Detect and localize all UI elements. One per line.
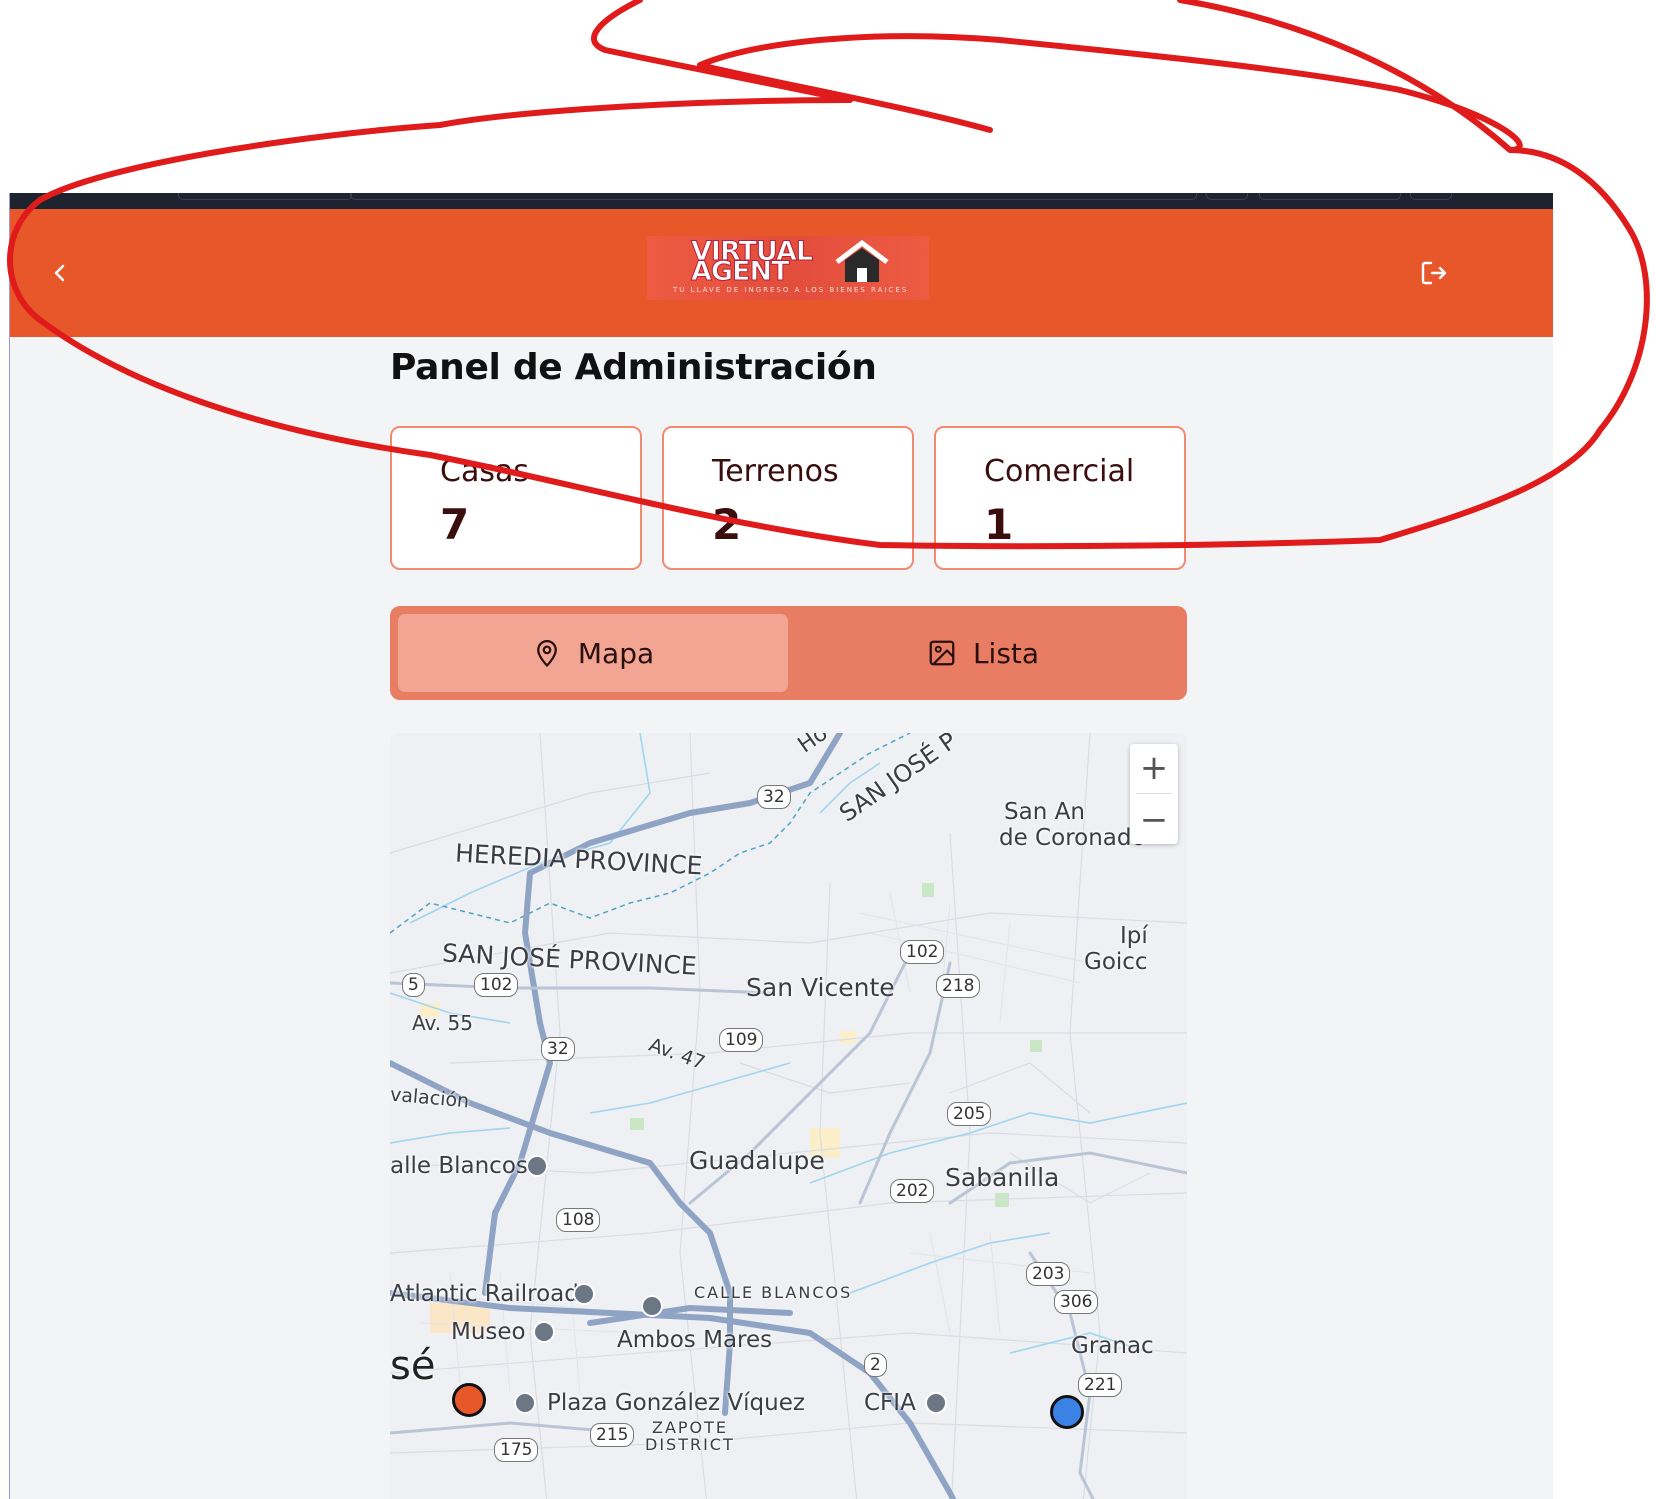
stat-label: Casas bbox=[440, 454, 529, 489]
train-station-icon[interactable] bbox=[925, 1392, 947, 1414]
map-label: Ambos Mares bbox=[617, 1327, 773, 1353]
image-icon bbox=[929, 640, 955, 666]
route-shield: 175 bbox=[494, 1438, 539, 1462]
route-shield: 215 bbox=[590, 1423, 635, 1447]
property-map[interactable]: HEREDIA PROVINCE SAN JOSÉ PROVINCE SAN J… bbox=[390, 733, 1187, 1499]
route-shield: 205 bbox=[947, 1102, 992, 1126]
stat-card-terrenos: Terrenos 2 bbox=[662, 426, 914, 570]
train-station-icon[interactable] bbox=[641, 1295, 663, 1317]
stat-label: Comercial bbox=[984, 454, 1135, 489]
map-label: Museo bbox=[451, 1319, 526, 1345]
map-label: DISTRICT bbox=[645, 1435, 735, 1454]
map-label: de Coronado bbox=[999, 825, 1146, 851]
zoom-divider bbox=[1136, 793, 1172, 794]
map-label: Sabanilla bbox=[945, 1163, 1060, 1192]
route-shield: 2 bbox=[864, 1353, 887, 1377]
train-station-icon[interactable] bbox=[514, 1392, 536, 1414]
map-pin-icon bbox=[536, 640, 557, 668]
map-label: Atlantic Railroad bbox=[390, 1281, 579, 1307]
tab-mapa[interactable]: Mapa bbox=[398, 614, 788, 692]
route-shield: 221 bbox=[1078, 1373, 1123, 1397]
map-label: San Vicente bbox=[746, 973, 895, 1002]
map-label: Plaza González Víquez bbox=[547, 1390, 805, 1416]
map-label: Ipí bbox=[1120, 923, 1148, 949]
map-label: CALLE BLANCOS bbox=[694, 1283, 853, 1302]
zoom-out-button[interactable]: − bbox=[1130, 796, 1178, 844]
tab-label: Mapa bbox=[577, 636, 655, 670]
route-shield: 5 bbox=[402, 973, 425, 997]
map-label: sé bbox=[390, 1343, 436, 1389]
logout-button[interactable] bbox=[1410, 249, 1458, 297]
route-shield: 102 bbox=[474, 973, 519, 997]
view-tabs: Mapa Lista bbox=[390, 606, 1187, 700]
zoom-control: + − bbox=[1130, 744, 1178, 844]
address-bar[interactable] bbox=[350, 193, 1197, 200]
route-shield: 32 bbox=[757, 785, 791, 809]
route-shield: 32 bbox=[541, 1037, 575, 1061]
browser-chrome-strip bbox=[10, 193, 1553, 209]
property-marker[interactable] bbox=[1050, 1395, 1084, 1429]
map-label: CFIA bbox=[864, 1390, 916, 1416]
logout-icon bbox=[1421, 261, 1447, 285]
house-icon bbox=[835, 240, 889, 282]
stat-label: Terrenos bbox=[712, 454, 839, 489]
route-shield: 306 bbox=[1054, 1290, 1099, 1314]
train-station-icon[interactable] bbox=[533, 1321, 555, 1343]
zoom-in-button[interactable]: + bbox=[1130, 744, 1178, 792]
browser-button[interactable] bbox=[1259, 193, 1401, 200]
page-title: Panel de Administración bbox=[390, 347, 877, 388]
stat-card-casas: Casas 7 bbox=[390, 426, 642, 570]
browser-button[interactable] bbox=[1410, 193, 1452, 200]
logo-text-line2: AGENT bbox=[691, 256, 791, 287]
stat-value: 7 bbox=[440, 500, 470, 549]
browser-button[interactable] bbox=[1206, 193, 1248, 200]
tab-lista[interactable]: Lista bbox=[788, 614, 1178, 692]
map-label: Goicc bbox=[1084, 949, 1148, 975]
train-station-icon[interactable] bbox=[573, 1283, 595, 1305]
tab-label: Lista bbox=[972, 636, 1040, 670]
map-label: Granac bbox=[1071, 1333, 1154, 1359]
route-shield: 218 bbox=[936, 974, 981, 998]
map-label: San An bbox=[1004, 799, 1085, 825]
virtual-agent-logo: VIRTUAL AGENT TU LLAVE DE INGRESO A LOS … bbox=[647, 236, 929, 300]
route-shield: 109 bbox=[719, 1028, 764, 1052]
chevron-left-icon bbox=[54, 264, 65, 282]
route-shield: 202 bbox=[890, 1179, 935, 1203]
browser-tab[interactable] bbox=[178, 193, 352, 200]
train-station-icon[interactable] bbox=[526, 1155, 548, 1177]
logo-tagline: TU LLAVE DE INGRESO A LOS BIENES RAICES bbox=[673, 286, 909, 294]
stat-value: 2 bbox=[712, 500, 742, 549]
property-marker[interactable] bbox=[452, 1383, 486, 1417]
back-button[interactable] bbox=[36, 249, 84, 297]
stat-card-comercial: Comercial 1 bbox=[934, 426, 1186, 570]
route-shield: 102 bbox=[900, 940, 945, 964]
app-window: VIRTUAL AGENT TU LLAVE DE INGRESO A LOS … bbox=[9, 193, 1553, 1499]
map-label: Av. 55 bbox=[412, 1011, 473, 1035]
route-shield: 108 bbox=[556, 1208, 601, 1232]
stat-value: 1 bbox=[984, 500, 1014, 549]
map-label: alle Blancos bbox=[390, 1153, 528, 1179]
map-label: Guadalupe bbox=[689, 1146, 825, 1175]
app-header: VIRTUAL AGENT TU LLAVE DE INGRESO A LOS … bbox=[10, 209, 1553, 337]
route-shield: 203 bbox=[1026, 1262, 1071, 1286]
